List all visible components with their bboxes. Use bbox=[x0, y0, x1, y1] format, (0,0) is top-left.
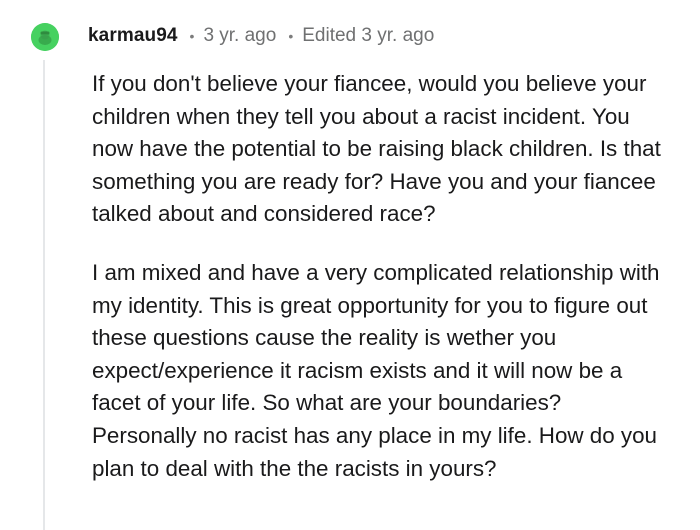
comment-meta: karmau94 • 3 yr. ago • Edited 3 yr. ago bbox=[88, 22, 434, 50]
comment-body: If you don't believe your fiancee, would… bbox=[92, 68, 662, 485]
comment-paragraph: I am mixed and have a very complicated r… bbox=[92, 259, 660, 481]
avatar-icon[interactable] bbox=[31, 23, 59, 51]
separator-dot: • bbox=[189, 28, 195, 44]
edited-label: Edited 3 yr. ago bbox=[302, 25, 435, 46]
separator-dot: • bbox=[288, 28, 294, 44]
thread-line[interactable] bbox=[43, 60, 45, 530]
comment: karmau94 • 3 yr. ago • Edited 3 yr. ago … bbox=[0, 0, 700, 530]
timestamp[interactable]: 3 yr. ago bbox=[203, 25, 276, 47]
comment-paragraph: If you don't believe your fiancee, would… bbox=[92, 71, 661, 227]
username-link[interactable]: karmau94 bbox=[88, 25, 178, 47]
